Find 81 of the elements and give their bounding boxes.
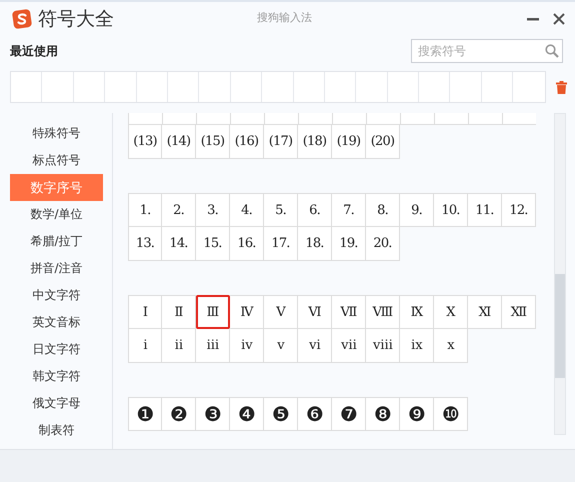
symbol-cell[interactable]: 9.	[400, 193, 434, 227]
symbol-cell[interactable]: ❼	[332, 397, 366, 431]
symbol-cell[interactable]: ⅷ	[366, 329, 400, 363]
symbol-cell[interactable]: 19.	[332, 227, 366, 261]
symbol-cell[interactable]: Ⅹ	[434, 295, 468, 329]
symbol-cell[interactable]: 13.	[128, 227, 162, 261]
symbol-cell[interactable]: ⅹ	[434, 329, 468, 363]
symbol-cell[interactable]: ❻	[298, 397, 332, 431]
symbol-cell[interactable]: Ⅵ	[298, 295, 332, 329]
symbol-cell[interactable]: (13)	[128, 125, 162, 159]
symbol-cell[interactable]: ⅳ	[230, 329, 264, 363]
symbol-cell[interactable]: ⅶ	[332, 329, 366, 363]
symbol-cell[interactable]: Ⅰ	[128, 295, 162, 329]
symbol-cell[interactable]: Ⅷ	[366, 295, 400, 329]
symbol-cell[interactable]: Ⅴ	[264, 295, 298, 329]
symbol-cell[interactable]: Ⅱ	[162, 295, 196, 329]
symbol-cell[interactable]: (20)	[366, 125, 400, 159]
symbol-cell[interactable]: 1.	[128, 193, 162, 227]
scrollbar[interactable]	[554, 113, 566, 435]
symbol-cell[interactable]: Ⅶ	[332, 295, 366, 329]
symbol-cell[interactable]: 10.	[434, 193, 468, 227]
symbol-cell[interactable]: ❿	[434, 397, 468, 431]
section-heading: 最近使用	[10, 42, 58, 60]
symbol-cell[interactable]: Ⅳ	[230, 295, 264, 329]
symbol-cell[interactable]: ⅲ	[196, 329, 230, 363]
symbol-cell[interactable]: Ⅺ	[468, 295, 502, 329]
symbol-cell[interactable]: ❽	[366, 397, 400, 431]
symbol-cell[interactable]: ⅴ	[264, 329, 298, 363]
symbol-cell[interactable]: 3.	[196, 193, 230, 227]
trash-icon[interactable]	[556, 80, 567, 94]
symbol-cell[interactable]: 11.	[468, 193, 502, 227]
symbol-cell[interactable]: ⅱ	[162, 329, 196, 363]
symbol-cell[interactable]: 20.	[366, 227, 400, 261]
category-item[interactable]: 俄文字母	[10, 390, 103, 417]
category-item[interactable]: 英文音标	[10, 309, 103, 336]
symbol-cell[interactable]: ⅸ	[400, 329, 434, 363]
symbol-cell[interactable]: ❺	[264, 397, 298, 431]
symbol-cell[interactable]: 15.	[196, 227, 230, 261]
category-item[interactable]: 制表符	[10, 417, 103, 444]
search-field[interactable]: 搜索符号	[411, 39, 563, 63]
symbol-cell[interactable]: (15)	[196, 125, 230, 159]
logo-icon	[12, 9, 32, 29]
symbol-cell[interactable]: 8.	[366, 193, 400, 227]
symbol-cell[interactable]: Ⅸ	[400, 295, 434, 329]
symbol-cell[interactable]: (17)	[264, 125, 298, 159]
symbol-cell[interactable]: ⅰ	[128, 329, 162, 363]
category-item[interactable]: 中文字符	[10, 282, 103, 309]
symbol-cell[interactable]: ❹	[230, 397, 264, 431]
category-item[interactable]: 日文字符	[10, 336, 103, 363]
symbol-cell[interactable]: (19)	[332, 125, 366, 159]
symbol-cell[interactable]: ❷	[162, 397, 196, 431]
symbol-cell[interactable]: 16.	[230, 227, 264, 261]
minimize-icon[interactable]	[527, 18, 539, 20]
symbol-cell[interactable]: ⅵ	[298, 329, 332, 363]
symbol-cell[interactable]: (14)	[162, 125, 196, 159]
close-icon[interactable]	[553, 13, 565, 25]
app-name: 搜狗输入法	[257, 10, 312, 25]
symbol-cell[interactable]: 17.	[264, 227, 298, 261]
category-item[interactable]: 特殊符号	[10, 120, 103, 147]
symbol-cell[interactable]: 12.	[502, 193, 536, 227]
symbol-cell[interactable]: 14.	[162, 227, 196, 261]
category-item[interactable]: 韩文字符	[10, 363, 103, 390]
category-item[interactable]: 希腊/拉丁	[10, 228, 103, 255]
symbol-cell[interactable]: ❸	[196, 397, 230, 431]
symbol-cell[interactable]: 2.	[162, 193, 196, 227]
symbol-cell[interactable]: 7.	[332, 193, 366, 227]
symbol-cell[interactable]: 5.	[264, 193, 298, 227]
symbol-cell[interactable]: 4.	[230, 193, 264, 227]
category-item[interactable]: 标点符号	[10, 147, 103, 174]
symbol-cell[interactable]: ❾	[400, 397, 434, 431]
window-title: 符号大全	[38, 7, 114, 32]
symbol-cell[interactable]: (18)	[298, 125, 332, 159]
symbol-cell[interactable]: 6.	[298, 193, 332, 227]
symbol-cell[interactable]: Ⅻ	[502, 295, 536, 329]
category-item[interactable]: 数学/单位	[10, 201, 103, 228]
symbol-cell[interactable]: (16)	[230, 125, 264, 159]
category-item[interactable]: 拼音/注音	[10, 255, 103, 282]
symbol-cell[interactable]: ❶	[128, 397, 162, 431]
symbol-cell[interactable]: 18.	[298, 227, 332, 261]
symbol-cell[interactable]: Ⅲ	[196, 295, 230, 329]
search-icon[interactable]	[545, 44, 559, 58]
